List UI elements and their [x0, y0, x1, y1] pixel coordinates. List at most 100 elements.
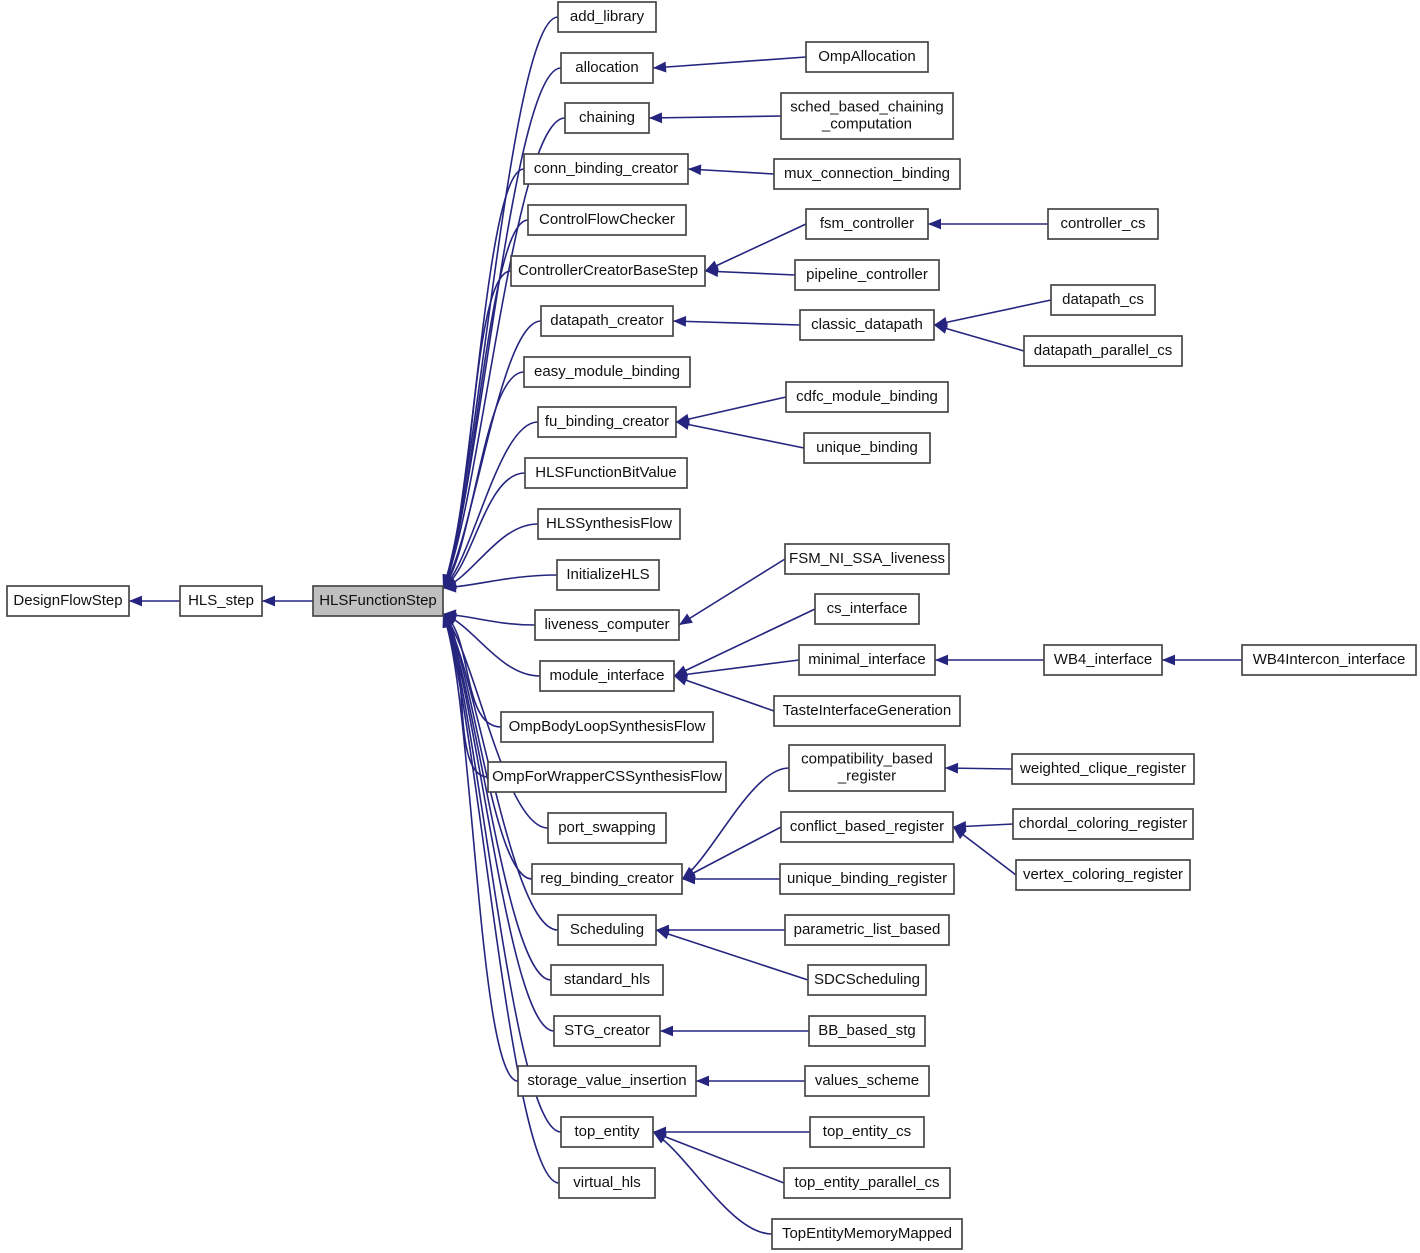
class-node-datapath_cs[interactable]: datapath_cs — [1050, 284, 1156, 316]
inheritance-edge-line — [678, 558, 786, 626]
inheritance-edge — [933, 299, 1052, 328]
class-node-DesignFlowStep[interactable]: DesignFlowStep — [6, 585, 130, 617]
class-node-chaining[interactable]: chaining — [564, 102, 650, 134]
class-node-label: cs_interface — [827, 600, 908, 617]
inheritance-edge — [672, 316, 801, 327]
inheritance-arrowhead — [679, 613, 693, 625]
class-node-label: fsm_controller — [820, 215, 914, 232]
class-node-TopEntityMemoryMapped[interactable]: TopEntityMemoryMapped — [771, 1218, 963, 1250]
class-node-STG_creator[interactable]: STG_creator — [553, 1015, 661, 1047]
class-node-TasteInterfaceGeneration[interactable]: TasteInterfaceGeneration — [773, 695, 961, 727]
class-node-HLSFunctionStep[interactable]: HLSFunctionStep — [312, 585, 444, 617]
class-node-unique_binding_register[interactable]: unique_binding_register — [779, 863, 955, 895]
inheritance-edge — [656, 924, 785, 936]
class-node-label: conn_binding_creator — [534, 160, 678, 177]
class-node-WB4Intercon_interface[interactable]: WB4Intercon_interface — [1241, 644, 1417, 676]
class-node-InitializeHLS[interactable]: InitializeHLS — [556, 559, 660, 591]
class-node-fsm_controller[interactable]: fsm_controller — [805, 208, 929, 240]
inheritance-edge — [653, 1126, 810, 1138]
class-node-label: OmpAllocation — [818, 48, 916, 65]
class-node-mux_connection_binding[interactable]: mux_connection_binding — [773, 158, 961, 190]
class-node-cs_interface[interactable]: cs_interface — [814, 593, 920, 625]
class-node-conflict_based_register[interactable]: conflict_based_register — [780, 811, 954, 843]
class-node-datapath_creator[interactable]: datapath_creator — [540, 305, 674, 337]
inheritance-edge — [682, 873, 780, 885]
class-node-HLSSynthesisFlow[interactable]: HLSSynthesisFlow — [537, 508, 681, 540]
class-node-controller_cs[interactable]: controller_cs — [1047, 208, 1159, 240]
inheritance-arrowhead — [688, 164, 702, 176]
class-node-label: reg_binding_creator — [540, 870, 673, 887]
class-node-top_entity[interactable]: top_entity — [560, 1116, 654, 1148]
class-node-datapath_parallel_cs[interactable]: datapath_parallel_cs — [1023, 335, 1183, 367]
class-node-top_entity_cs[interactable]: top_entity_cs — [809, 1116, 925, 1148]
class-node-label: DesignFlowStep — [13, 592, 122, 609]
class-node-weighted_clique_register[interactable]: weighted_clique_register — [1011, 753, 1195, 785]
class-node-reg_binding_creator[interactable]: reg_binding_creator — [531, 863, 683, 895]
class-node-classic_datapath[interactable]: classic_datapath — [799, 309, 935, 341]
class-node-port_swapping[interactable]: port_swapping — [547, 812, 667, 844]
inheritance-edge — [704, 223, 807, 272]
class-node-label: module_interface — [549, 667, 664, 684]
class-node-HLS_step[interactable]: HLS_step — [179, 585, 263, 617]
class-node-standard_hls[interactable]: standard_hls — [550, 964, 664, 996]
class-node-label: BB_based_stg — [818, 1022, 916, 1039]
class-node-parametric_list_based[interactable]: parametric_list_based — [784, 914, 950, 946]
class-node-label: TopEntityMemoryMapped — [782, 1225, 952, 1242]
class-node-easy_module_binding[interactable]: easy_module_binding — [523, 356, 691, 388]
class-node-ControlFlowChecker[interactable]: ControlFlowChecker — [527, 204, 687, 236]
class-node-label: easy_module_binding — [534, 363, 680, 380]
inheritance-edge-line — [652, 1131, 773, 1235]
class-node-label: conflict_based_register — [790, 818, 944, 835]
inheritance-edge-line — [675, 396, 787, 423]
inheritance-edge — [675, 396, 787, 425]
inheritance-edge-line — [673, 659, 800, 677]
class-node-OmpAllocation[interactable]: OmpAllocation — [805, 41, 929, 73]
class-node-sched_based_chaining[interactable]: sched_based_chaining _computation — [780, 92, 954, 140]
class-node-label: values_scheme — [815, 1072, 919, 1089]
class-node-label: ControllerCreatorBaseStep — [518, 262, 698, 279]
class-node-ControllerCreatorBaseStep[interactable]: ControllerCreatorBaseStep — [510, 255, 706, 287]
class-node-label: OmpBodyLoopSynthesisFlow — [509, 718, 706, 735]
class-node-label: controller_cs — [1060, 215, 1145, 232]
class-node-chordal_coloring_register[interactable]: chordal_coloring_register — [1012, 808, 1194, 840]
class-node-top_entity_parallel_cs[interactable]: top_entity_parallel_cs — [783, 1167, 951, 1199]
inheritance-edge-line — [652, 1131, 785, 1184]
inheritance-edge — [696, 1075, 805, 1087]
class-node-values_scheme[interactable]: values_scheme — [804, 1065, 930, 1097]
class-node-label: TasteInterfaceGeneration — [783, 702, 951, 719]
class-node-storage_value_insertion[interactable]: storage_value_insertion — [517, 1065, 697, 1097]
class-node-OmpBodyLoopSynthesisFlow[interactable]: OmpBodyLoopSynthesisFlow — [500, 711, 714, 743]
inheritance-edge-line — [704, 270, 796, 276]
class-node-minimal_interface[interactable]: minimal_interface — [798, 644, 936, 676]
class-node-label: unique_binding — [816, 439, 918, 456]
class-node-add_library[interactable]: add_library — [557, 1, 657, 33]
class-node-vertex_coloring_register[interactable]: vertex_coloring_register — [1015, 859, 1191, 891]
class-node-label: pipeline_controller — [806, 266, 928, 283]
class-node-FSM_NI_SSA_liveness[interactable]: FSM_NI_SSA_liveness — [784, 543, 950, 575]
class-node-fu_binding_creator[interactable]: fu_binding_creator — [537, 406, 677, 438]
class-node-Scheduling[interactable]: Scheduling — [557, 914, 657, 946]
class-node-OmpForWrapperCSSynthesisFlow[interactable]: OmpForWrapperCSSynthesisFlow — [487, 761, 727, 793]
class-node-virtual_hls[interactable]: virtual_hls — [558, 1167, 656, 1199]
class-node-label: liveness_computer — [544, 616, 669, 633]
class-node-SDCScheduling[interactable]: SDCScheduling — [807, 964, 927, 996]
class-node-cdfc_module_binding[interactable]: cdfc_module_binding — [785, 381, 949, 413]
class-node-liveness_computer[interactable]: liveness_computer — [534, 609, 680, 641]
nodes-layer: DesignFlowStep HLS_step HLSFunctionStep add… — [6, 1, 1417, 1250]
inheritance-edge — [704, 266, 796, 277]
class-node-module_interface[interactable]: module_interface — [539, 660, 675, 692]
class-node-BB_based_stg[interactable]: BB_based_stg — [808, 1015, 926, 1047]
inheritance-edge-line — [442, 421, 539, 589]
class-node-conn_binding_creator[interactable]: conn_binding_creator — [523, 153, 689, 185]
class-node-pipeline_controller[interactable]: pipeline_controller — [794, 259, 940, 291]
inheritance-arrowhead — [945, 762, 959, 774]
class-node-WB4_interface[interactable]: WB4_interface — [1043, 644, 1163, 676]
class-node-unique_binding[interactable]: unique_binding — [803, 432, 931, 464]
class-node-label: datapath_parallel_cs — [1034, 342, 1172, 359]
inheritance-edge — [687, 164, 775, 176]
class-node-allocation[interactable]: allocation — [560, 52, 654, 84]
class-node-HLSFunctionBitValue[interactable]: HLSFunctionBitValue — [524, 457, 688, 489]
inheritance-edge — [935, 654, 1044, 666]
inheritance-arrowhead — [673, 316, 687, 327]
class-node-compatibility_based_register[interactable]: compatibility_based _register — [788, 744, 946, 792]
